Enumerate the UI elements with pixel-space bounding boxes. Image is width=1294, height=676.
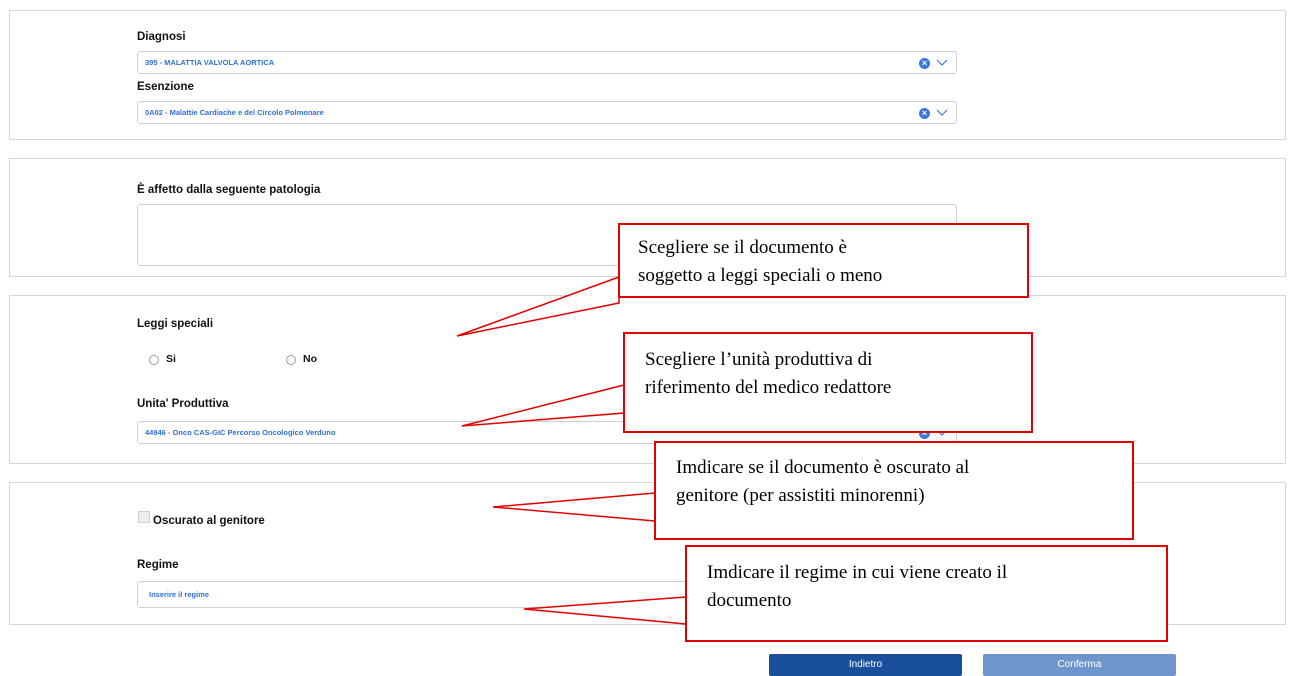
- callout-text: documento: [707, 590, 792, 611]
- callout-leggi-speciali: Scegliere se il documento è soggetto a l…: [618, 223, 1029, 298]
- diagnosi-label: Diagnosi: [137, 31, 186, 43]
- radio-si-label: Si: [166, 353, 176, 365]
- unita-produttiva-label: Unita' Produttiva: [137, 398, 229, 410]
- diagnosi-select[interactable]: 395 - MALATTIA VALVOLA AORTICA ×: [137, 51, 957, 74]
- callout-text: Scegliere se il documento è: [638, 237, 847, 258]
- oscurato-label: Oscurato al genitore: [153, 515, 265, 527]
- callout-oscurato: Imdicare se il documento è oscurato al g…: [654, 441, 1134, 540]
- callout-text: Imdicare se il documento è oscurato al: [676, 457, 970, 478]
- regime-label: Regime: [137, 559, 179, 571]
- esenzione-value: 0A02 - Malattie Cardiache e del Circolo …: [145, 108, 324, 117]
- callout-text: genitore (per assistiti minorenni): [676, 485, 925, 506]
- diagnosi-value: 395 - MALATTIA VALVOLA AORTICA: [145, 58, 275, 67]
- callout-text: Scegliere l’unità produttiva di: [645, 349, 873, 370]
- callout-unita-produttiva: Scegliere l’unità produttiva di riferime…: [623, 332, 1033, 433]
- callout-regime: Imdicare il regime in cui viene creato i…: [685, 545, 1168, 642]
- clear-icon[interactable]: ×: [919, 58, 930, 69]
- radio-si[interactable]: [149, 355, 159, 365]
- chevron-down-icon[interactable]: [936, 56, 948, 68]
- patologia-label: È affetto dalla seguente patologia: [137, 184, 321, 196]
- confirm-button[interactable]: Conferma: [983, 654, 1176, 676]
- callout-text: soggetto a leggi speciali o meno: [638, 265, 883, 286]
- chevron-down-icon[interactable]: [936, 106, 948, 118]
- radio-no-label: No: [303, 353, 317, 365]
- leggi-speciali-label: Leggi speciali: [137, 318, 214, 330]
- unita-produttiva-value: 44946 - Onco CAS-GIC Percorso Oncologico…: [145, 428, 336, 437]
- oscurato-checkbox[interactable]: [138, 511, 150, 523]
- back-button[interactable]: Indietro: [769, 654, 962, 676]
- esenzione-select[interactable]: 0A02 - Malattie Cardiache e del Circolo …: [137, 101, 957, 124]
- clear-icon[interactable]: ×: [919, 108, 930, 119]
- callout-text: riferimento del medico redattore: [645, 377, 892, 398]
- esenzione-label: Esenzione: [137, 81, 194, 93]
- callout-text: Imdicare il regime in cui viene creato i…: [707, 562, 1008, 583]
- radio-no[interactable]: [286, 355, 296, 365]
- regime-placeholder: Inserire il regime: [149, 590, 210, 599]
